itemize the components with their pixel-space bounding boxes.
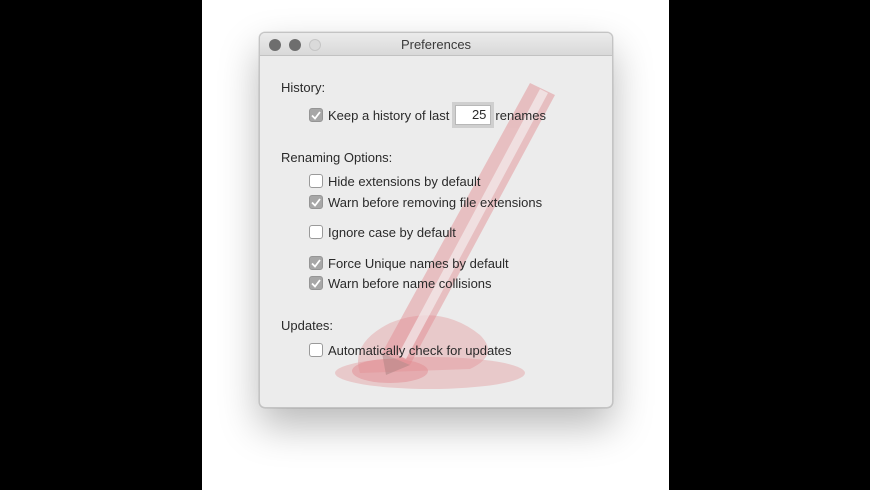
warn-remove-extensions-label: Warn before removing file extensions — [328, 194, 543, 210]
auto-update-checkbox[interactable] — [309, 343, 323, 357]
option-row: Hide extensions by default — [309, 173, 480, 189]
title-bar[interactable]: Preferences — [260, 33, 612, 56]
renames-label: renames — [495, 107, 546, 123]
force-unique-checkbox[interactable] — [309, 256, 323, 270]
hide-extensions-label: Hide extensions by default — [328, 173, 481, 189]
keep-history-row: Keep a history of last 25 renames — [309, 105, 546, 125]
preferences-window: Preferences History: Keep a history of l… — [259, 32, 613, 408]
ignore-case-label: Ignore case by default — [328, 224, 456, 240]
force-unique-label: Force Unique names by default — [328, 255, 509, 271]
checkmark-icon — [311, 110, 321, 120]
warn-collisions-label: Warn before name collisions — [328, 275, 492, 291]
checkmark-icon — [311, 258, 321, 268]
updates-heading: Updates: — [281, 318, 334, 333]
auto-update-row: Automatically check for updates — [309, 342, 512, 358]
option-row: Ignore case by default — [309, 224, 456, 240]
warn-collisions-checkbox[interactable] — [309, 276, 323, 290]
keep-history-checkbox[interactable] — [309, 108, 323, 122]
hide-extensions-checkbox[interactable] — [309, 174, 323, 188]
auto-update-label: Automatically check for updates — [328, 342, 512, 358]
history-count-field[interactable]: 25 — [455, 105, 492, 125]
warn-remove-extensions-checkbox[interactable] — [309, 195, 323, 209]
keep-history-label: Keep a history of last — [328, 107, 450, 123]
history-heading: History: — [281, 80, 326, 95]
option-row: Force Unique names by default — [309, 255, 509, 271]
checkmark-icon — [311, 197, 321, 207]
option-row: Warn before name collisions — [309, 275, 492, 291]
checkmark-icon — [311, 278, 321, 288]
window-title: Preferences — [400, 37, 472, 52]
option-row: Warn before removing file extensions — [309, 194, 542, 210]
ignore-case-checkbox[interactable] — [309, 225, 323, 239]
renaming-options-heading: Renaming Options: — [281, 150, 393, 165]
